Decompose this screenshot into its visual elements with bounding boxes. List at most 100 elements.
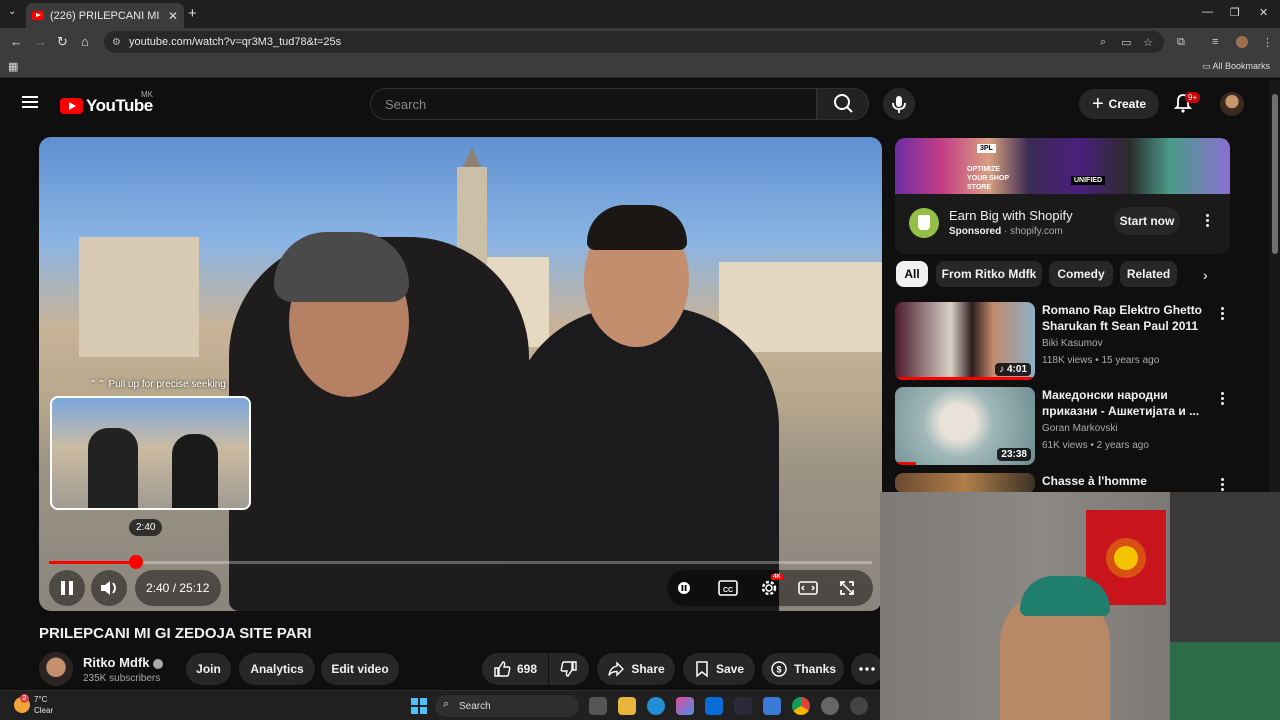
site-info-icon[interactable]: ⚙ [112, 37, 121, 48]
browser-menu-icon[interactable]: ⋮ [1262, 36, 1273, 49]
ad-banner-tag: OPTIMIZE YOUR SHOP STORE [967, 166, 1009, 191]
reload-icon[interactable]: ↻ [57, 34, 68, 50]
mail-icon[interactable] [763, 697, 781, 715]
ad-banner-image[interactable]: 3PL OPTIMIZE YOUR SHOP STORE UNIFIED [895, 138, 1230, 194]
browser-tab-active[interactable]: (226) PRILEPCANI MI GI ZEDOJA SITE PARI … [26, 3, 184, 28]
channel-avatar[interactable] [39, 652, 73, 686]
webcam-person-cap [1020, 576, 1110, 616]
youtube-play-logo-icon [60, 98, 83, 114]
play-pause-button[interactable] [49, 570, 85, 606]
theater-mode-icon [798, 581, 818, 595]
join-button[interactable]: Join [186, 653, 231, 685]
chevron-right-icon[interactable]: › [1203, 267, 1208, 283]
voice-search-button[interactable] [883, 88, 915, 120]
new-tab-icon[interactable]: + [188, 5, 197, 22]
tab-close-icon[interactable]: ✕ [168, 9, 178, 23]
bookmarks-bar: ▦ ▭ All Bookmarks [0, 56, 1280, 78]
extensions-icon[interactable]: ⧉ [1177, 36, 1185, 49]
zoom-icon[interactable]: ⌕ [1100, 36, 1106, 49]
recommendation-item[interactable]: 23:38 Македонски народни приказни - Ашке… [895, 387, 1235, 467]
close-window-icon[interactable]: ✕ [1259, 6, 1268, 19]
search-input[interactable]: Search [370, 88, 817, 120]
chip-related[interactable]: Related [1120, 261, 1177, 287]
tab-search-chevron-icon[interactable]: ⌄ [8, 6, 16, 17]
like-button[interactable]: 698 [482, 653, 548, 685]
terminal-icon[interactable] [734, 697, 752, 715]
search-placeholder: Search [385, 96, 427, 112]
minimize-icon[interactable]: — [1202, 6, 1213, 18]
chrome-icon[interactable] [792, 697, 810, 715]
recommendation-menu-icon[interactable] [1221, 392, 1225, 406]
media-control-icon[interactable]: ≡ [1212, 36, 1218, 48]
fullscreen-icon [840, 581, 854, 595]
seek-preview-time: 2:40 [129, 519, 163, 536]
thanks-button[interactable]: $ Thanks [762, 653, 844, 685]
chip-all[interactable]: All [896, 261, 928, 287]
theater-mode-button[interactable] [796, 578, 820, 598]
progress-bar[interactable] [49, 555, 872, 569]
menu-icon[interactable] [22, 96, 38, 108]
taskbar-search[interactable]: ⌕ Search [435, 695, 579, 717]
more-actions-button[interactable] [851, 653, 883, 685]
search-button[interactable] [817, 88, 869, 120]
edit-video-button[interactable]: Edit video [321, 653, 399, 685]
address-bar[interactable]: ⚙ youtube.com/watch?v=qr3M3_tud78&t=25s [104, 31, 1164, 53]
create-button[interactable]: + Create [1079, 89, 1159, 119]
teams-icon[interactable] [705, 697, 723, 715]
sponsored-ad-card[interactable]: 3PL OPTIMIZE YOUR SHOP STORE UNIFIED Ear… [895, 138, 1230, 254]
microphone-icon [892, 96, 906, 113]
video-person-right-hair [587, 205, 687, 250]
file-explorer-icon[interactable] [618, 697, 636, 715]
account-avatar[interactable] [1220, 92, 1244, 116]
back-icon[interactable]: ← [10, 34, 23, 49]
recommendation-channel: Biki Kasumov [1042, 338, 1103, 349]
edge-icon[interactable] [647, 697, 665, 715]
recommendation-menu-icon[interactable] [1221, 307, 1225, 321]
home-icon[interactable]: ⌂ [81, 34, 89, 49]
settings-button[interactable]: 4K [755, 574, 783, 600]
recommendation-thumbnail[interactable]: ♪ 4:01 [895, 302, 1035, 380]
recommendation-thumbnail[interactable] [895, 473, 1035, 493]
scrollbar-thumb[interactable] [1272, 94, 1278, 254]
autoplay-toggle[interactable] [674, 578, 694, 598]
more-horizontal-icon [859, 667, 875, 671]
progress-fill [49, 561, 137, 564]
share-button[interactable]: Share [597, 653, 675, 685]
save-button[interactable]: Save [683, 653, 755, 685]
watched-progress [895, 377, 1035, 380]
all-bookmarks[interactable]: ▭ All Bookmarks [1202, 61, 1270, 72]
mute-button[interactable] [91, 570, 127, 606]
dislike-button[interactable] [549, 653, 589, 685]
webcam-table [1170, 642, 1280, 720]
recommendation-thumbnail[interactable]: 23:38 [895, 387, 1035, 465]
forward-icon[interactable]: → [34, 34, 47, 49]
cast-icon[interactable]: ▭ [1121, 36, 1131, 49]
recommendation-menu-icon[interactable] [1221, 478, 1225, 492]
ad-menu-icon[interactable] [1206, 214, 1210, 228]
recommendation-item[interactable]: Chasse à l'homme [895, 473, 1235, 493]
chip-from-channel[interactable]: From Ritko Mdfk [936, 261, 1042, 287]
recommendation-item[interactable]: ♪ 4:01 Romano Rap Elektro Ghetto Sharuka… [895, 302, 1235, 382]
ad-banner-tag: 3PL [977, 144, 996, 153]
restore-icon[interactable]: ❐ [1230, 6, 1240, 19]
chip-comedy[interactable]: Comedy [1049, 261, 1113, 287]
windows-start-icon[interactable] [411, 698, 427, 714]
bookmark-star-icon[interactable]: ☆ [1143, 36, 1153, 49]
copilot-icon[interactable] [676, 697, 694, 715]
channel-name[interactable]: Ritko Mdfk [83, 655, 164, 670]
profile-avatar-icon[interactable] [1236, 36, 1248, 48]
duration-badge: ♪ 4:01 [995, 363, 1031, 376]
svg-text:CC: CC [723, 587, 733, 594]
youtube-logo[interactable]: YouTube MK [60, 90, 153, 116]
analytics-button[interactable]: Analytics [239, 653, 315, 685]
github-icon[interactable] [850, 697, 868, 715]
fullscreen-button[interactable] [836, 578, 858, 598]
preview-person-right [172, 434, 218, 508]
task-view-icon[interactable] [589, 697, 607, 715]
subtitles-button[interactable]: CC [715, 577, 741, 599]
video-player[interactable]: ⌃⌃ Pull up for precise seeking 2:40 2:40… [39, 137, 882, 611]
settings-app-icon[interactable] [821, 697, 839, 715]
apps-grid-icon[interactable]: ▦ [8, 60, 18, 73]
ad-start-now-button[interactable]: Start now [1114, 207, 1180, 235]
progress-scrubber[interactable] [129, 555, 144, 569]
